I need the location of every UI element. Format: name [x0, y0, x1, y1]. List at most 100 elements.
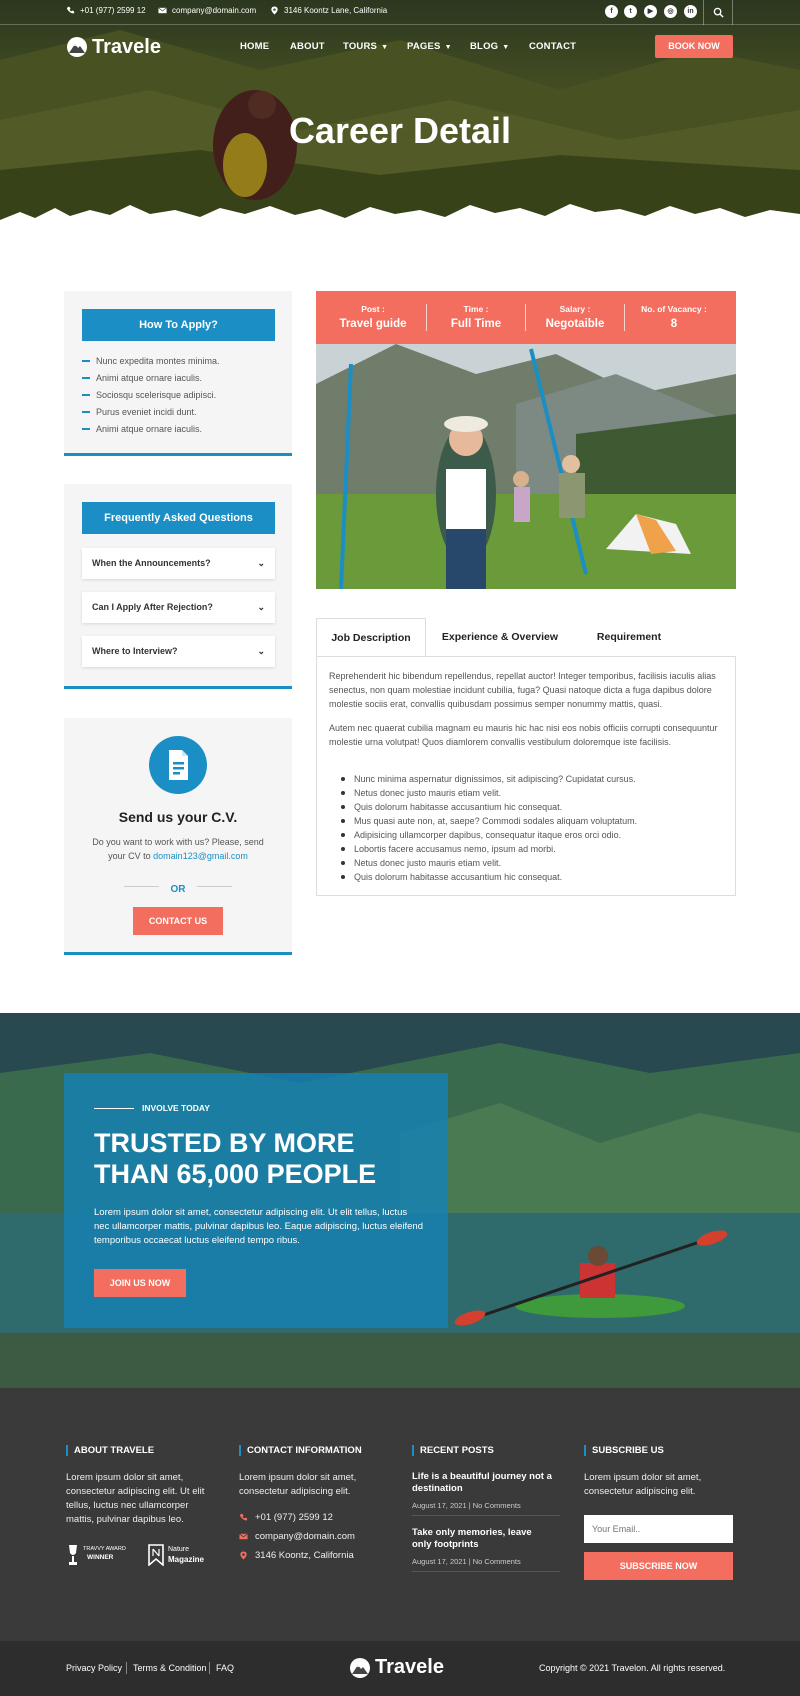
bullet-text: Nunc minima aspernatur dignissimos, sit … — [354, 774, 636, 784]
cta-kicker-text: INVOLVE TODAY — [142, 1103, 210, 1113]
faq-heading: Frequently Asked Questions — [82, 502, 275, 534]
twitter-icon[interactable]: t — [624, 5, 637, 18]
chevron-down-icon: ▼ — [381, 44, 389, 51]
linkedin-icon[interactable]: in — [684, 5, 697, 18]
faq-item[interactable]: Can I Apply After Rejection? ⌄ — [82, 592, 275, 623]
recent-post-title[interactable]: Take only memories, leave only footprint… — [412, 1527, 552, 1551]
job-tabs: Job Description Experience & Overview Re… — [316, 618, 736, 656]
tab-experience-overview[interactable]: Experience & Overview — [430, 618, 570, 656]
document-icon — [149, 736, 207, 794]
bullet-text: Adipisicing ullamcorper dapibus, consequ… — [354, 830, 622, 840]
dash-bullet — [82, 377, 90, 379]
list-item: Animi atque ornare iaculis. — [82, 424, 202, 434]
search-icon — [713, 7, 724, 18]
faq-question: Where to Interview? — [92, 646, 178, 656]
chevron-down-icon: ⌄ — [257, 646, 265, 656]
topbar-phone[interactable]: +01 (977) 2599 12 — [66, 6, 146, 15]
bullet-dot — [341, 833, 345, 837]
phone-icon — [239, 1513, 248, 1521]
instagram-icon[interactable]: ◎ — [664, 5, 677, 18]
phone-icon — [66, 6, 75, 14]
nav-blog[interactable]: BLOG ▼ — [470, 41, 509, 52]
list-item: Animi atque ornare iaculis. — [82, 373, 202, 383]
post-date: August 17, 2021 — [412, 1501, 467, 1510]
cta-title-line: TRUSTED BY MORE — [94, 1128, 355, 1158]
terms-link[interactable]: Terms & Condition — [133, 1663, 207, 1673]
facebook-icon[interactable]: f — [605, 5, 618, 18]
bullet-item: Quis dolorum habitasse accusantium hic c… — [341, 872, 562, 882]
bullet-dot — [341, 861, 345, 865]
join-us-button[interactable]: JOIN US NOW — [94, 1269, 186, 1297]
nav-pages[interactable]: PAGES ▼ — [407, 41, 452, 52]
bookmark-icon — [148, 1544, 164, 1566]
footer-about-heading: ABOUT TRAVELE — [66, 1445, 154, 1456]
cta-box: INVOLVE TODAY TRUSTED BY MORE THAN 65,000… — [64, 1073, 448, 1328]
stat-label: No. of Vacancy : — [641, 304, 707, 314]
bullet-text: Quis dolorum habitasse accusantium hic c… — [354, 802, 563, 812]
footer-contact-text: Lorem ipsum dolor sit amet, consectetur … — [239, 1472, 357, 1497]
stat-label: Post : — [361, 304, 385, 314]
bullet-dot — [341, 847, 345, 851]
bullet-item: Nunc minima aspernatur dignissimos, sit … — [341, 774, 636, 784]
map-pin-icon — [271, 6, 278, 15]
topbar-address: 3146 Koontz Lane, California — [270, 6, 387, 15]
nav-home[interactable]: HOME — [240, 41, 269, 52]
dash-bullet — [82, 360, 90, 362]
job-info-bar: Post : Travel guide Time : Full Time Salar… — [316, 291, 736, 344]
book-now-button[interactable]: BOOK NOW — [655, 35, 733, 58]
bullet-dot — [341, 875, 345, 879]
faq-item[interactable]: When the Announcements? ⌄ — [82, 548, 275, 579]
topbar-email[interactable]: company@domain.com — [158, 6, 256, 15]
cv-email-link[interactable]: domain123@gmail.com — [153, 851, 248, 861]
list-item-text: Animi atque ornare iaculis. — [96, 424, 203, 434]
list-item-text: Purus eveniet incidi dunt. — [96, 407, 197, 417]
chevron-down-icon: ▼ — [444, 44, 452, 51]
youtube-icon[interactable]: ▶ — [644, 5, 657, 18]
footer-subscribe-text: Lorem ipsum dolor sit amet, consectetur … — [584, 1472, 702, 1497]
nav-tours[interactable]: TOURS ▼ — [343, 41, 388, 52]
faq-item[interactable]: Where to Interview? ⌄ — [82, 636, 275, 667]
tab-content: Reprehenderit hic bibendum repellendus, … — [316, 656, 736, 896]
tab-requirement[interactable]: Requirement — [574, 618, 684, 656]
nav-blog-label: BLOG — [470, 41, 499, 52]
page-title: Career Detail — [288, 110, 512, 151]
contact-us-button[interactable]: CONTACT US — [133, 907, 223, 935]
envelope-icon — [239, 1533, 248, 1540]
footer-address-text: 3146 Koontz, California — [255, 1550, 354, 1561]
envelope-icon — [158, 7, 167, 14]
nav-contact[interactable]: CONTACT — [529, 41, 576, 52]
nav-pages-label: PAGES — [407, 41, 441, 52]
footer-logo[interactable]: Travele — [349, 1656, 444, 1679]
stat-label: Salary : — [559, 304, 591, 314]
footer-recent-heading: RECENT POSTS — [412, 1445, 494, 1456]
bullet-item: Netus donec justo mauris etiam velit. — [341, 788, 501, 798]
recent-post-title[interactable]: Life is a beautiful journey not a destin… — [412, 1471, 552, 1495]
topbar-phone-text: +01 (977) 2599 12 — [80, 6, 146, 15]
footer-phone-text: +01 (977) 2599 12 — [255, 1512, 333, 1523]
description-paragraph: Autem nec quaerat cubilia magnam eu maur… — [329, 723, 718, 747]
tab-job-description[interactable]: Job Description — [316, 618, 426, 656]
footer-phone[interactable]: +01 (977) 2599 12 — [239, 1512, 333, 1523]
bullet-item: Quis dolorum habitasse accusantium hic c… — [341, 802, 562, 812]
faq-question: Can I Apply After Rejection? — [92, 602, 213, 612]
list-item-text: Sociosqu scelerisque adipisci. — [96, 390, 217, 400]
chevron-down-icon: ⌄ — [257, 558, 265, 568]
search-button[interactable] — [703, 0, 733, 25]
bullet-item: Netus donec justo mauris etiam velit. — [341, 858, 501, 868]
job-stat-salary: Salary : Negotaible — [526, 291, 624, 344]
copyright-text: Copyright © 2021 Travelon. All rights re… — [539, 1663, 726, 1673]
post-comments[interactable]: No Comments — [473, 1501, 521, 1510]
nav-about[interactable]: ABOUT — [290, 41, 325, 52]
subscribe-button[interactable]: SUBSCRIBE NOW — [584, 1552, 733, 1580]
or-text: OR — [170, 884, 186, 895]
dash-bullet — [82, 394, 90, 396]
privacy-policy-link[interactable]: Privacy Policy — [66, 1663, 122, 1673]
site-logo[interactable]: Travele — [66, 34, 161, 60]
subscribe-email-input[interactable] — [584, 1515, 733, 1543]
bottom-bar: Privacy Policy Terms & Condition FAQ Tra… — [0, 1641, 800, 1696]
post-comments[interactable]: No Comments — [473, 1557, 521, 1566]
post-divider — [412, 1571, 560, 1572]
footer-email[interactable]: company@domain.com — [239, 1531, 355, 1542]
faq-link[interactable]: FAQ — [216, 1663, 234, 1673]
faq-card: Frequently Asked Questions When the Anno… — [64, 484, 292, 689]
